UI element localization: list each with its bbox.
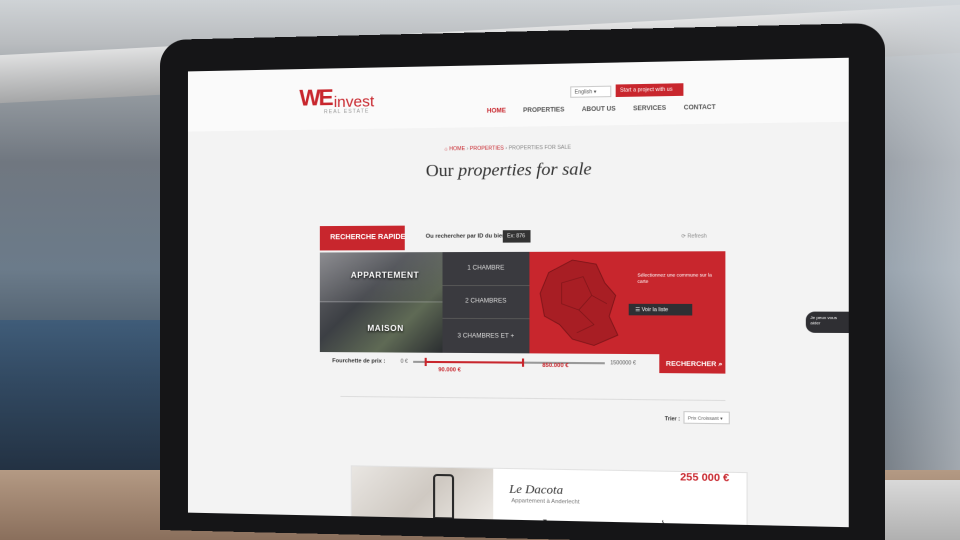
bed-icon: ▭ xyxy=(603,518,614,528)
language-select[interactable]: English ▾ xyxy=(570,85,612,98)
view-list-label: Voir la liste xyxy=(641,306,669,314)
breadcrumb: ⌂ HOME › PROPERTIES › PROPERTIES FOR SAL… xyxy=(445,145,571,153)
language-value: English xyxy=(574,89,593,96)
price-slider[interactable] xyxy=(413,357,605,367)
nav-services[interactable]: SERVICES xyxy=(633,106,666,113)
search-icon: ⌕ xyxy=(718,360,723,369)
lantern-icon xyxy=(433,473,455,520)
type-house[interactable]: MAISON xyxy=(367,324,403,333)
commune-map[interactable]: Sélectionnez une commune sur la carte ☰ … xyxy=(529,251,726,355)
page-title-lead: Our xyxy=(425,160,454,181)
rooms-selector: 1 CHAMBRE 2 CHAMBRES 3 CHAMBRES ET + xyxy=(442,251,530,354)
quick-search-tab[interactable]: RECHERCHE RAPIDE xyxy=(319,225,406,251)
search-panel: APPARTEMENT MAISON 1 CHAMBRE 2 CHAMBRES … xyxy=(319,251,726,355)
price-slider-fill xyxy=(424,360,522,364)
search-button-label: RECHERCHER xyxy=(665,360,717,369)
listing-subtitle: Appartement à Anderlecht xyxy=(511,498,580,506)
breadcrumb-home[interactable]: HOME xyxy=(449,146,465,152)
rooms-option-1[interactable]: 1 CHAMBRE xyxy=(442,251,530,286)
price-high-value: 850.000 € xyxy=(542,362,569,370)
map-legend: Sélectionnez une commune sur la carte xyxy=(637,272,712,284)
price-low-value: 90.000 € xyxy=(438,367,461,374)
nav-home[interactable]: HOME xyxy=(487,108,506,115)
logo[interactable]: WE invest REAL ESTATE xyxy=(299,84,374,116)
laptop-bezel: WE invest REAL ESTATE English ▾ Start a … xyxy=(160,22,886,540)
price-range-label: Fourchette de prix : xyxy=(332,358,386,365)
chevron-down-icon: ▾ xyxy=(593,89,597,96)
chevron-down-icon: ▾ xyxy=(720,415,723,422)
price-slider-handle-high[interactable] xyxy=(521,358,524,367)
logo-subtitle: REAL ESTATE xyxy=(323,108,370,116)
sort-value: Prix Croissant xyxy=(687,415,719,422)
price-slider-handle-low[interactable] xyxy=(424,357,427,367)
property-type-photos: APPARTEMENT MAISON xyxy=(319,252,443,353)
divider xyxy=(340,395,726,402)
sort-label: Trier : xyxy=(664,416,681,423)
logo-mark: WE xyxy=(299,84,332,111)
listing-price: 255 000 € xyxy=(680,472,730,485)
listing-photo[interactable] xyxy=(351,466,494,528)
listing-title[interactable]: Le Dacota xyxy=(509,481,563,498)
refresh-label: Refresh xyxy=(687,233,707,240)
nav-contact[interactable]: CONTACT xyxy=(684,105,716,112)
view-list-button[interactable]: ☰ Voir la liste xyxy=(628,303,693,316)
type-apartment[interactable]: APPARTEMENT xyxy=(351,271,419,280)
rooms-option-2[interactable]: 2 CHAMBRES xyxy=(442,285,530,320)
breadcrumb-separator: › xyxy=(466,145,469,153)
price-max: 1500000 € xyxy=(610,360,636,367)
nav-properties[interactable]: PROPERTIES xyxy=(523,107,564,114)
list-icon: ☰ xyxy=(635,306,641,314)
bath-icon: ⌇ xyxy=(660,519,666,528)
breadcrumb-properties[interactable]: PROPERTIES xyxy=(470,145,504,152)
surface-icon: ⬈ xyxy=(539,517,549,528)
breadcrumb-current: PROPERTIES FOR SALE xyxy=(508,144,572,152)
start-project-button[interactable]: Start a project with us xyxy=(615,83,684,98)
refresh-link[interactable]: ⟳ Refresh xyxy=(681,233,706,239)
listing-card[interactable]: Le Dacota Appartement à Anderlecht 255 0… xyxy=(350,465,748,528)
sort-select[interactable]: Prix Croissant ▾ xyxy=(683,411,730,425)
home-icon: ⌂ xyxy=(444,146,448,153)
brussels-map-icon[interactable] xyxy=(529,251,725,354)
search-button[interactable]: RECHERCHER ⌕ xyxy=(659,354,726,374)
chat-widget[interactable]: Je peux vous aider xyxy=(805,311,849,334)
price-min: 0 € xyxy=(400,358,408,365)
nav-about-us[interactable]: ABOUT US xyxy=(582,106,616,113)
page-title: Our properties for sale xyxy=(188,156,849,184)
id-search-input[interactable]: Ex: 876 xyxy=(502,230,531,243)
page-title-emphasis: properties for sale xyxy=(458,158,592,181)
main-nav: HOME PROPERTIES ABOUT US SERVICES CONTAC… xyxy=(487,105,716,115)
breadcrumb-separator: › xyxy=(505,145,508,152)
rooms-option-3[interactable]: 3 CHAMBRES ET + xyxy=(443,319,530,353)
site-header: WE invest REAL ESTATE English ▾ Start a … xyxy=(187,57,849,132)
id-search-label: Ou rechercher par ID du bien: xyxy=(425,233,508,240)
refresh-icon: ⟳ xyxy=(681,233,686,240)
laptop-screen: WE invest REAL ESTATE English ▾ Start a … xyxy=(187,57,849,528)
